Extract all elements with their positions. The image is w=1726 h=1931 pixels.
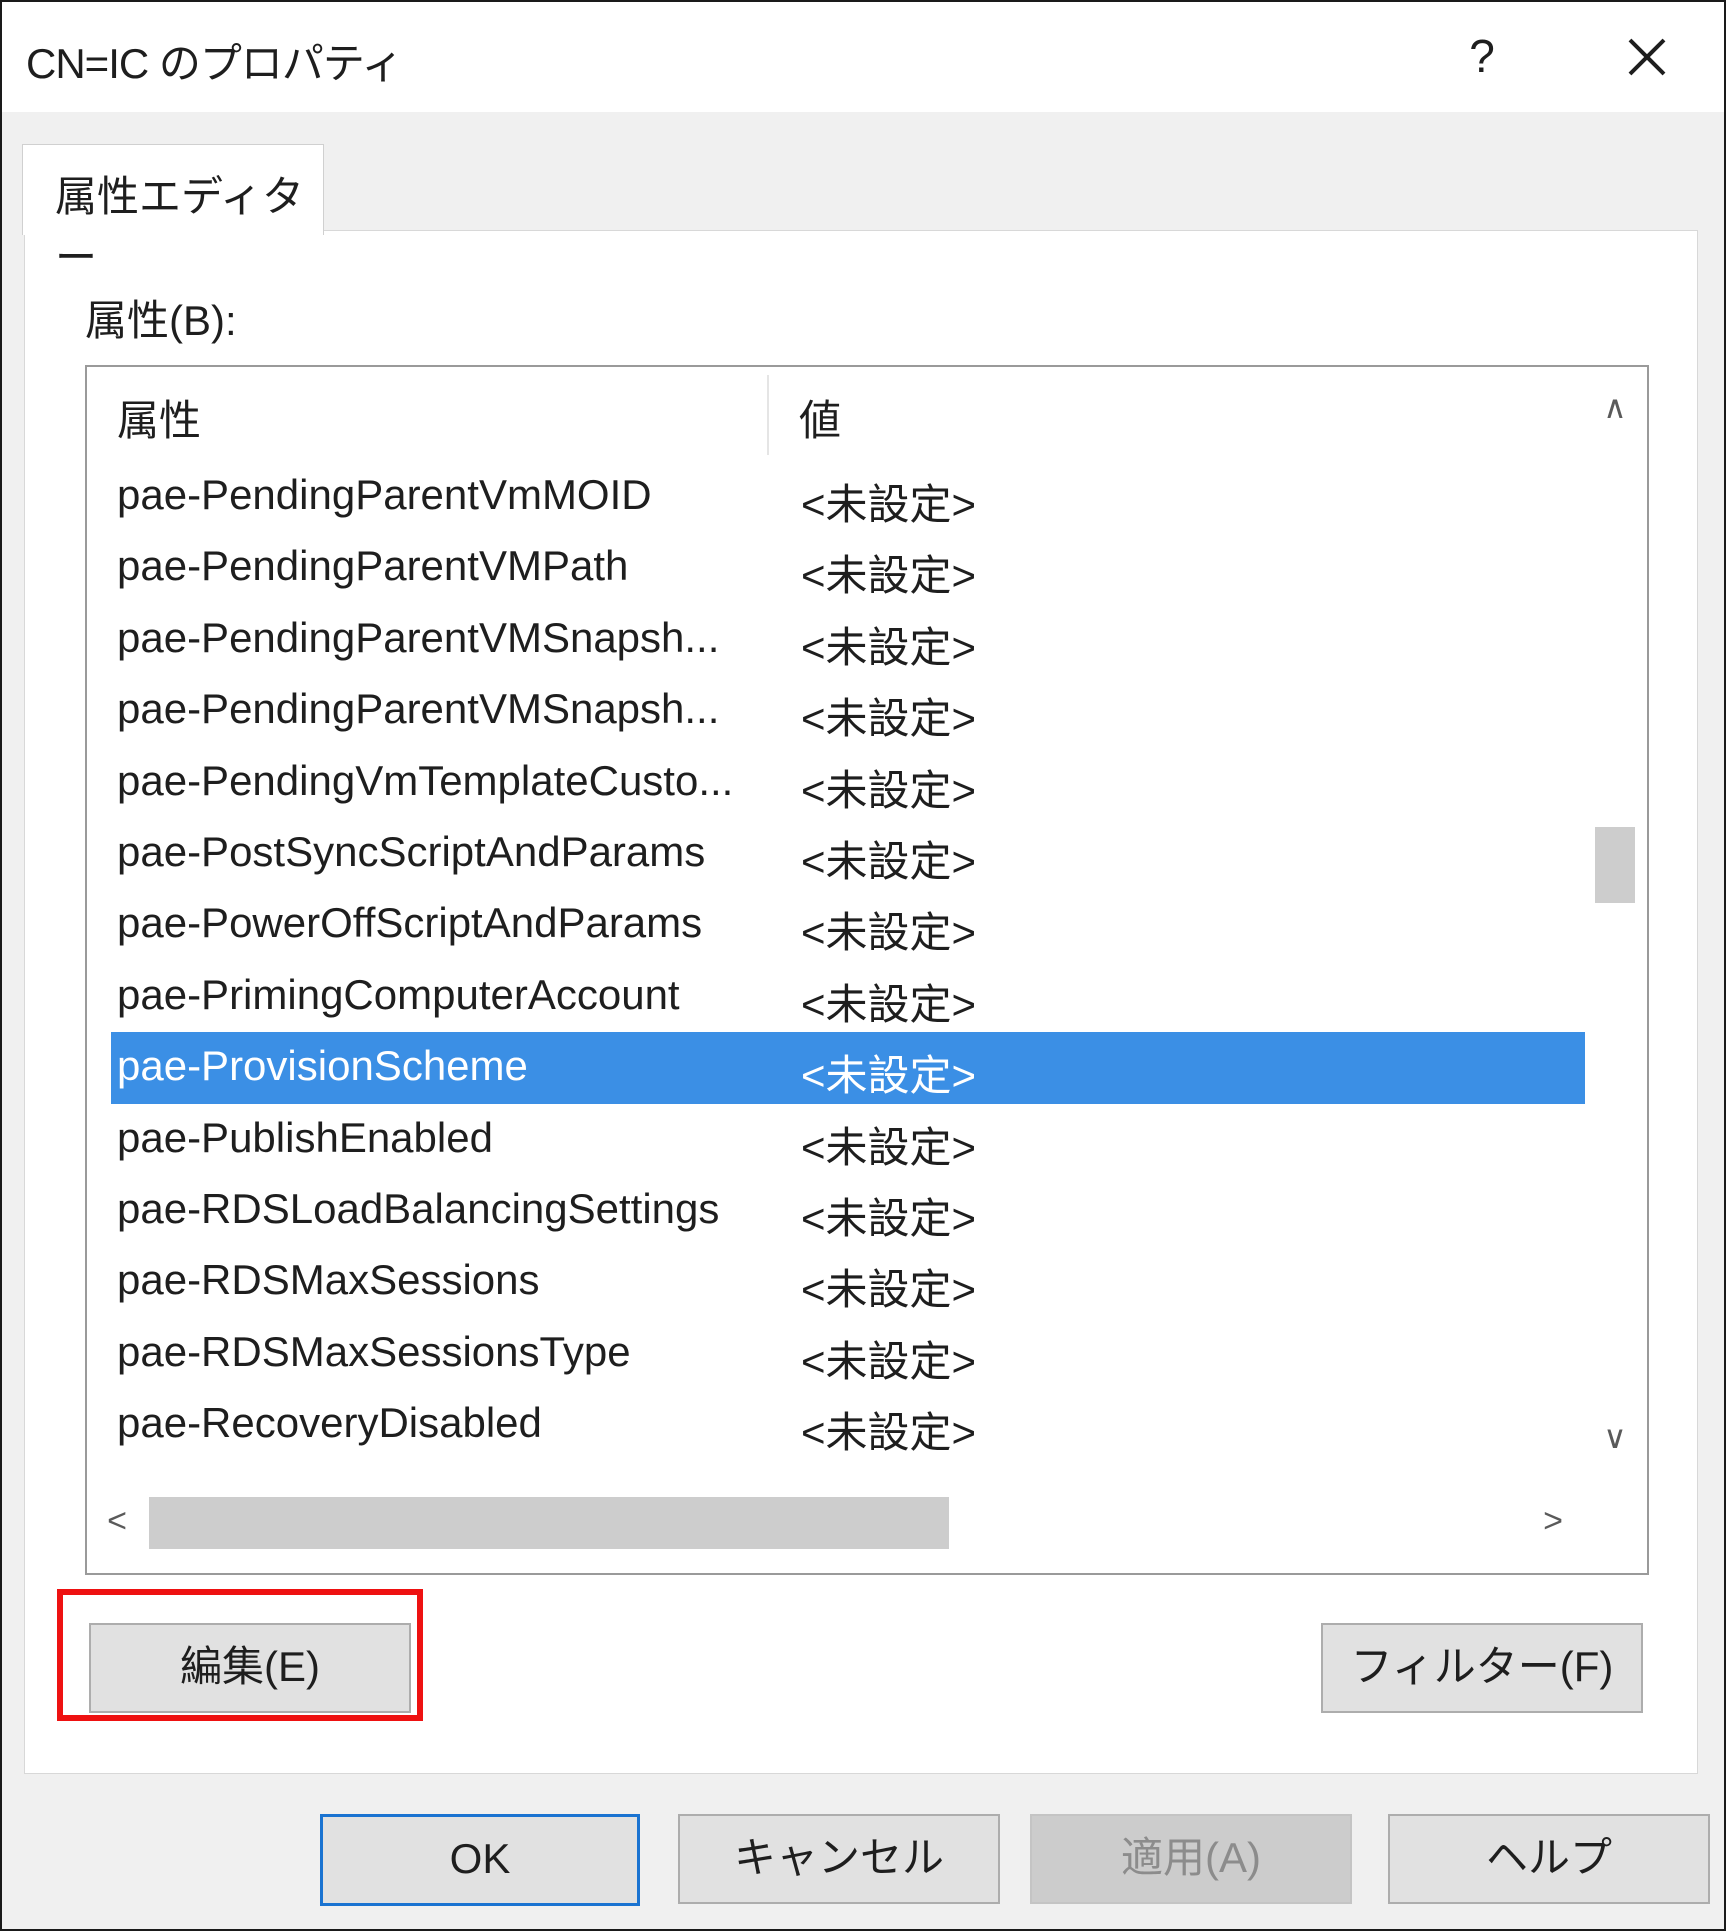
attribute-value: <未設定> [801,1194,977,1242]
attribute-name: pae-PendingParentVMPath [117,542,629,590]
chevron-up-icon[interactable]: ∧ [1587,377,1643,437]
attribute-value: <未設定> [801,766,977,814]
cancel-button[interactable]: キャンセル [678,1814,1000,1904]
table-row[interactable]: pae-RDSMaxSessionsType <未設定> [111,1318,1585,1389]
attribute-list[interactable]: 属性 値 pae-PendingParentVmMOID <未設定> pae-Pen… [85,365,1649,1575]
column-header-value[interactable]: 値 [799,387,841,448]
attribute-name: pae-RecoveryDisabled [117,1399,542,1447]
chevron-down-icon[interactable]: ∨ [1587,1407,1643,1467]
attribute-name: pae-PendingParentVMSnapsh... [117,613,720,661]
window-title: CN=IC のプロパティ [26,40,403,87]
attribute-name: pae-PostSyncScriptAndParams [117,827,706,875]
list-header: 属性 値 [87,367,1587,461]
attribute-name: pae-RecurringMaintenanceEve [117,1470,696,1473]
help-button[interactable]: ヘルプ [1388,1814,1710,1904]
attribute-name: pae-PrimingComputerAccount [117,970,680,1018]
attribute-value: <未設定> [801,1266,977,1314]
attribute-name: pae-PowerOffScriptAndParams [117,899,703,947]
table-row[interactable]: pae-ProvisionScheme <未設定> [111,1032,1585,1104]
attribute-name: pae-PendingParentVmMOID [117,471,652,518]
vertical-scrollbar[interactable]: ∧ ∨ [1587,367,1643,1477]
attribute-name: pae-PendingParentVMSnapsh... [117,685,720,733]
close-button[interactable] [1602,22,1692,92]
table-row[interactable]: pae-PendingParentVMSnapsh... <未設定> [111,675,1585,746]
attribute-value: <未設定> [801,481,977,528]
help-title-button[interactable]: ? [1442,24,1522,88]
attribute-editor-panel: 属性(B): 属性 値 pae-PendingParentVmMOID <未設定>… [24,230,1698,1774]
table-row[interactable]: pae-RDSMaxSessions <未設定> [111,1246,1585,1317]
table-row[interactable]: pae-RDSLoadBalancingSettings <未設定> [111,1175,1585,1246]
attribute-value: <未設定> [801,909,977,957]
tab-label: 属性エディター [55,173,305,281]
attribute-name: pae-PublishEnabled [117,1113,493,1161]
edit-button-highlight [57,1589,423,1721]
properties-dialog: CN=IC のプロパティ ? 属性エディター 属性(B): 属性 値 pae-P… [0,0,1726,1931]
table-row[interactable]: pae-PendingParentVMPath <未設定> [111,532,1585,603]
attribute-name: pae-RDSLoadBalancingSettings [117,1184,720,1232]
table-row[interactable]: pae-PrimingComputerAccount <未設定> [111,961,1585,1032]
attribute-value: <未設定> [801,1123,977,1171]
attribute-value: <未設定> [801,1470,976,1473]
list-rows: pae-PendingParentVmMOID <未設定> pae-PendingP… [111,461,1585,1473]
chevron-right-icon[interactable]: > [1523,1491,1583,1551]
column-separator[interactable] [767,375,769,455]
horizontal-scroll-thumb[interactable] [149,1497,949,1549]
attribute-name: pae-PendingVmTemplateCusto... [117,756,734,804]
attributes-label: 属性(B): [85,297,237,344]
attribute-name: pae-RDSMaxSessionsType [117,1327,631,1375]
close-icon [1628,38,1666,76]
vertical-scroll-thumb[interactable] [1595,827,1635,903]
table-row[interactable]: pae-PublishEnabled <未設定> [111,1104,1585,1175]
table-row[interactable]: pae-PowerOffScriptAndParams <未設定> [111,889,1585,960]
attribute-name: pae-ProvisionScheme [117,1042,528,1090]
attribute-value: <未設定> [801,695,977,743]
table-row[interactable]: pae-RecoveryDisabled <未設定> [111,1389,1585,1460]
attribute-name: pae-RDSMaxSessions [117,1256,540,1304]
attribute-value: <未設定> [801,1409,977,1457]
title-bar: CN=IC のプロパティ ? [2,2,1724,112]
attribute-value: <未設定> [801,552,977,600]
attribute-value: <未設定> [801,1337,977,1385]
tab-attribute-editor[interactable]: 属性エディター [22,144,324,281]
apply-button[interactable]: 適用(A) [1030,1814,1352,1904]
attribute-value: <未設定> [801,837,977,885]
table-row[interactable]: pae-PostSyncScriptAndParams <未設定> [111,818,1585,889]
attribute-value: <未設定> [801,980,977,1028]
filter-button[interactable]: フィルター(F) [1321,1623,1643,1713]
attribute-value: <未設定> [801,623,977,671]
chevron-left-icon[interactable]: < [87,1491,147,1551]
table-row[interactable]: pae-RecurringMaintenanceEve <未設定> [111,1460,1585,1473]
table-row[interactable]: pae-PendingParentVMSnapsh... <未設定> [111,604,1585,675]
horizontal-scrollbar[interactable]: < > [87,1477,1643,1569]
table-row[interactable]: pae-PendingParentVmMOID <未設定> [111,461,1585,532]
attribute-value: <未設定> [801,1052,977,1100]
ok-button[interactable]: OK [320,1814,640,1906]
table-row[interactable]: pae-PendingVmTemplateCusto... <未設定> [111,747,1585,818]
column-header-attribute[interactable]: 属性 [117,387,201,448]
